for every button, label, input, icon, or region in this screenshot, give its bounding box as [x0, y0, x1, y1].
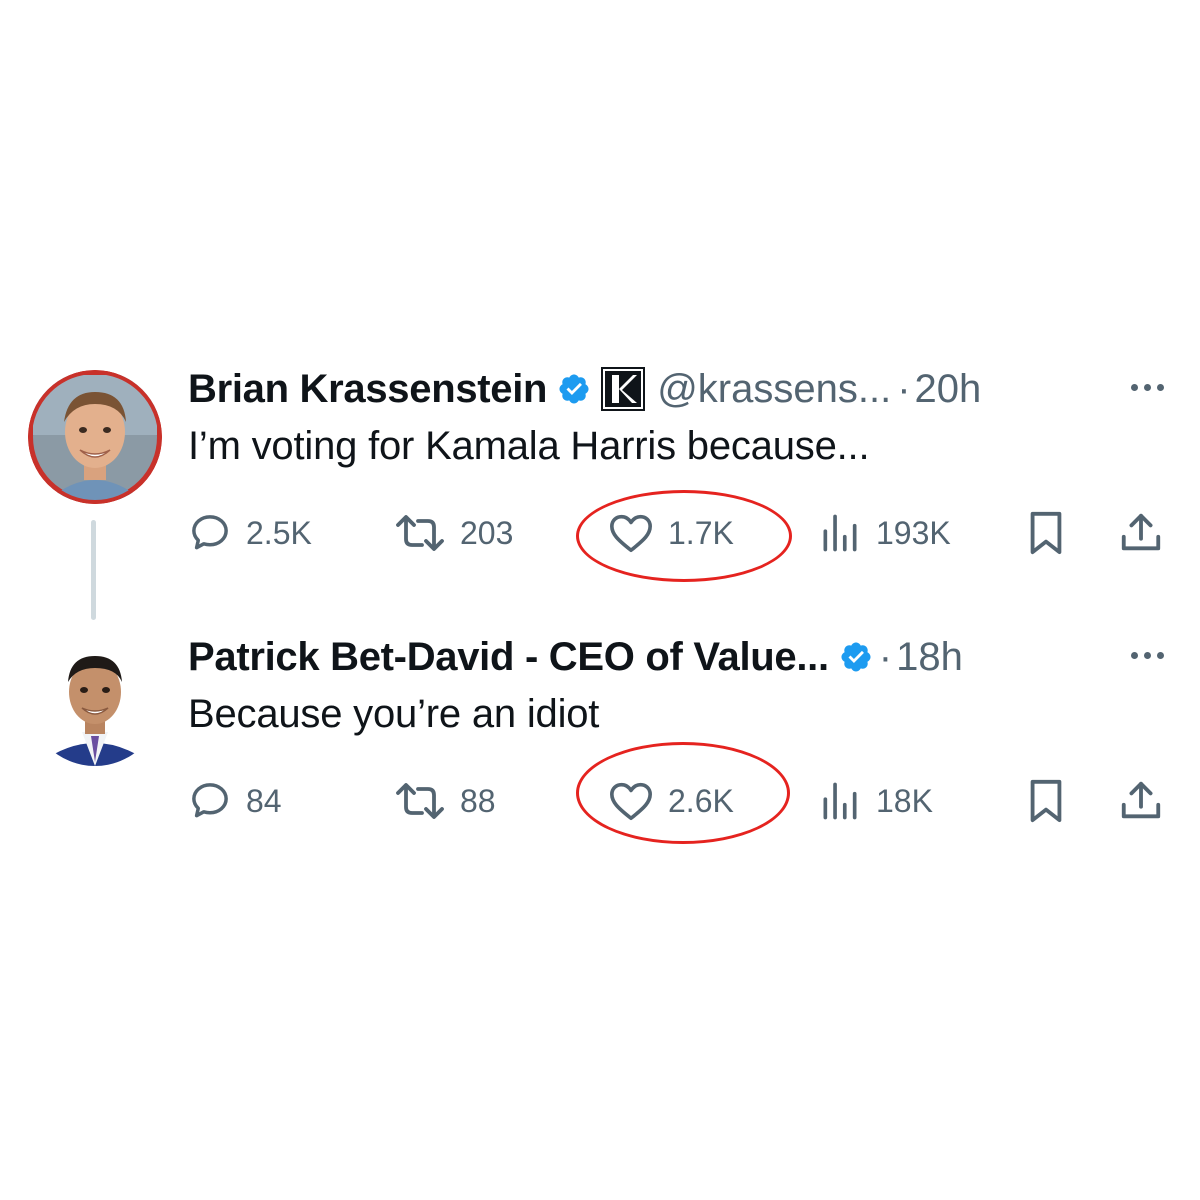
repost-button[interactable]: 88	[394, 776, 496, 826]
views-button[interactable]: 193K	[818, 508, 951, 558]
share-upload-icon	[1121, 781, 1161, 819]
avatar-photo	[28, 632, 162, 766]
speech-bubble-icon	[192, 783, 228, 818]
views-button[interactable]: 18K	[818, 776, 933, 826]
user-handle[interactable]: @krassens...	[657, 367, 891, 412]
like-count: 2.6K	[668, 782, 734, 819]
bookmark-icon	[1030, 511, 1062, 555]
verified-badge-icon[interactable]	[557, 372, 591, 406]
tweet-header: Patrick Bet-David - CEO of Value... · 18…	[188, 632, 963, 682]
separator-dot: ·	[897, 366, 911, 411]
display-name[interactable]: Brian Krassenstein	[188, 367, 548, 412]
repost-button[interactable]: 203	[394, 508, 513, 558]
reply-button[interactable]: 84	[188, 776, 282, 826]
affiliate-badge-icon[interactable]	[601, 367, 646, 411]
repost-count: 88	[460, 782, 496, 819]
share-upload-icon	[1121, 513, 1161, 551]
like-count: 1.7K	[668, 514, 734, 551]
bar-chart-icon	[823, 514, 857, 552]
tweet-brian-krassenstein[interactable]: Brian Krassenstein @krassens... · 20h I’…	[0, 360, 1200, 590]
speech-bubble-icon	[192, 515, 228, 550]
reply-count: 84	[246, 782, 282, 819]
timestamp[interactable]: 18h	[896, 635, 963, 680]
reply-button[interactable]: 2.5K	[188, 508, 312, 558]
heart-outline-icon	[610, 782, 652, 821]
tweet-header: Brian Krassenstein @krassens... · 20h	[188, 364, 981, 414]
bookmark-button[interactable]	[1026, 508, 1066, 558]
more-dots-icon[interactable]	[1131, 384, 1164, 391]
bar-chart-icon	[823, 782, 857, 820]
avatar-photo	[28, 370, 162, 504]
like-button[interactable]: 1.7K	[608, 508, 734, 558]
repost-arrows-icon	[396, 515, 444, 551]
tweet-text: Because you’re an idiot	[188, 692, 600, 736]
views-count: 193K	[876, 514, 951, 551]
tweet-text: I’m voting for Kamala Harris because...	[188, 424, 870, 468]
reply-count: 2.5K	[246, 514, 312, 551]
tweet-patrick-bet-david[interactable]: Patrick Bet-David - CEO of Value... · 18…	[0, 628, 1200, 858]
action-bar: 2.5K 203 1.7K 193K	[188, 508, 1168, 558]
share-button[interactable]	[1118, 508, 1164, 558]
repost-count: 203	[460, 514, 514, 551]
verified-badge-icon[interactable]	[839, 640, 873, 674]
separator-dot: ·	[878, 634, 893, 679]
bookmark-button[interactable]	[1026, 776, 1066, 826]
display-name[interactable]: Patrick Bet-David - CEO of Value...	[188, 635, 829, 680]
repost-arrows-icon	[396, 783, 444, 819]
avatar[interactable]	[28, 632, 162, 766]
like-button[interactable]: 2.6K	[608, 776, 734, 826]
share-button[interactable]	[1118, 776, 1164, 826]
more-dots-icon[interactable]	[1131, 652, 1164, 659]
avatar[interactable]	[28, 370, 162, 504]
bookmark-icon	[1030, 779, 1062, 823]
timestamp[interactable]: 20h	[915, 367, 982, 412]
action-bar: 84 88 2.6K 18K	[188, 776, 1168, 826]
views-count: 18K	[876, 782, 933, 819]
heart-outline-icon	[610, 514, 652, 553]
